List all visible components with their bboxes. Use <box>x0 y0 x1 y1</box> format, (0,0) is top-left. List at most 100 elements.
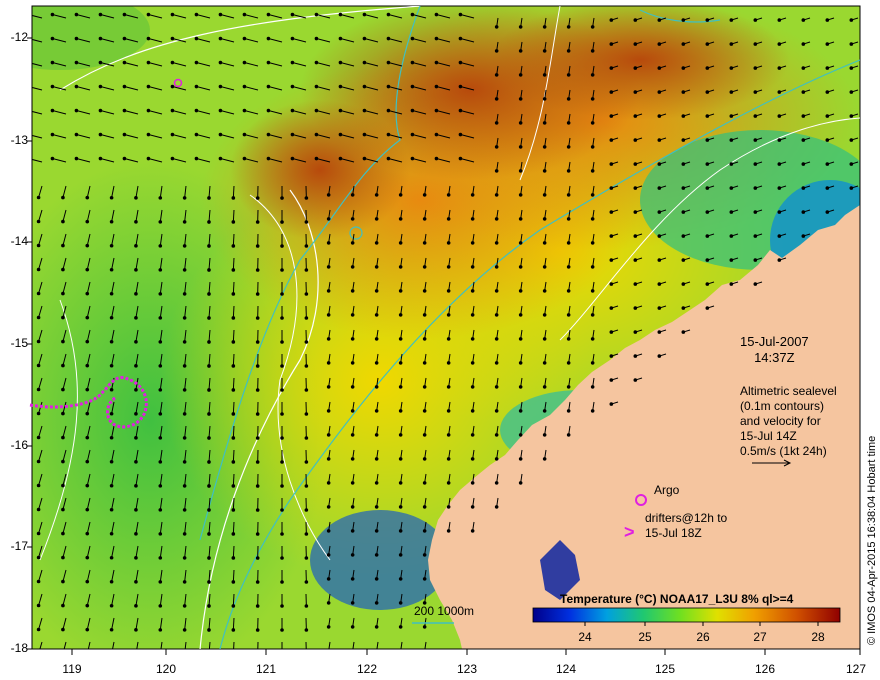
velocity-arrow-head <box>36 363 41 368</box>
velocity-arrow-head <box>398 625 403 629</box>
velocity-arrow-head <box>109 315 114 320</box>
velocity-arrow-head <box>422 505 427 509</box>
velocity-arrow-head <box>182 412 187 416</box>
velocity-arrow-head <box>633 138 638 142</box>
velocity-arrow-head <box>158 316 163 320</box>
velocity-arrow-head <box>374 577 379 581</box>
velocity-arrow-head <box>231 388 236 392</box>
velocity-arrow-head <box>494 481 499 485</box>
x-tick-label: 127 <box>845 662 867 676</box>
velocity-arrow-head <box>280 292 284 296</box>
velocity-arrow-head <box>753 42 758 46</box>
velocity-arrow <box>232 545 235 559</box>
velocity-arrow-head <box>280 196 284 200</box>
bathymetry-label: 200 1000m <box>414 604 475 618</box>
velocity-arrow-head <box>109 483 114 488</box>
velocity-arrow-head <box>182 604 187 608</box>
velocity-arrow-head <box>705 258 710 262</box>
velocity-arrow-head <box>134 508 138 512</box>
velocity-arrow <box>232 185 235 199</box>
velocity-arrow-head <box>158 196 163 200</box>
velocity-arrow-head <box>446 361 451 365</box>
velocity-arrow-head <box>849 18 854 22</box>
velocity-arrow-head <box>542 73 547 77</box>
velocity-arrow-head <box>590 193 595 197</box>
velocity-arrow-head <box>280 412 284 416</box>
velocity-arrow-head <box>609 306 614 310</box>
y-tick-label: -14 <box>10 234 28 248</box>
velocity-arrow-head <box>326 577 331 581</box>
velocity-arrow-head <box>207 532 211 536</box>
velocity-arrow-head <box>681 90 686 94</box>
velocity-arrow-head <box>446 265 451 269</box>
velocity-arrow-head <box>590 169 595 173</box>
velocity-arrow-head <box>470 313 475 317</box>
y-tick-label: -15 <box>10 336 28 350</box>
velocity-arrow-head <box>134 364 138 368</box>
velocity-arrow-head <box>326 457 331 461</box>
velocity-arrow-head <box>350 313 355 317</box>
velocity-arrow-head <box>386 36 391 41</box>
velocity-arrow-head <box>633 258 638 262</box>
velocity-arrow-head <box>134 484 138 488</box>
velocity-arrow-head <box>729 138 734 142</box>
velocity-arrow-head <box>801 66 806 70</box>
velocity-arrow-head <box>98 12 103 17</box>
velocity-arrow-head <box>207 604 211 608</box>
velocity-arrow-head <box>633 18 638 22</box>
velocity-arrow-head <box>290 156 295 161</box>
velocity-arrow-head <box>207 196 211 200</box>
velocity-arrow-head <box>410 156 415 161</box>
velocity-arrow-head <box>398 481 403 485</box>
velocity-arrow-head <box>609 354 614 358</box>
velocity-arrow-head <box>410 60 415 65</box>
velocity-arrow-head <box>542 289 547 293</box>
velocity-arrow-head <box>729 18 734 22</box>
velocity-arrow-head <box>61 267 65 272</box>
velocity-arrow-head <box>255 268 260 272</box>
velocity-arrow-head <box>109 603 114 608</box>
velocity-arrow-head <box>85 363 90 368</box>
velocity-arrow-head <box>158 484 163 488</box>
velocity-arrow-head <box>849 162 854 166</box>
velocity-arrow-head <box>375 649 379 653</box>
velocity-arrow-head <box>398 457 403 461</box>
velocity-arrow-head <box>207 484 211 488</box>
colorbar-tick-label: 26 <box>696 630 710 644</box>
drifter-line: drifters@12h to <box>645 511 728 525</box>
velocity-arrow-head <box>85 627 90 632</box>
velocity-arrow-head <box>494 385 499 389</box>
velocity-arrow-head <box>61 387 65 392</box>
velocity-arrow-head <box>398 193 403 197</box>
velocity-arrow-head <box>609 234 614 238</box>
velocity-arrow-head <box>446 193 451 197</box>
velocity-arrow-head <box>681 114 686 118</box>
velocity-arrow-head <box>326 433 331 437</box>
velocity-arrow-head <box>304 388 309 392</box>
velocity-arrow-head <box>542 25 547 29</box>
velocity-arrow-head <box>314 84 319 89</box>
velocity-arrow-head <box>242 60 247 65</box>
velocity-arrow-head <box>681 258 686 262</box>
velocity-arrow-head <box>218 84 223 89</box>
velocity-arrow-head <box>109 339 114 344</box>
velocity-arrow-head <box>85 603 90 608</box>
velocity-arrow-head <box>422 433 427 437</box>
velocity-arrow-head <box>458 132 463 137</box>
velocity-arrow-head <box>255 292 260 296</box>
velocity-arrow-head <box>85 219 90 224</box>
velocity-arrow-head <box>446 457 451 461</box>
velocity-arrow-head <box>849 90 854 94</box>
velocity-arrow-head <box>422 409 427 413</box>
velocity-arrow-head <box>633 42 638 46</box>
velocity-arrow-head <box>170 60 175 65</box>
velocity-arrow-head <box>134 292 138 296</box>
velocity-arrow-head <box>609 186 614 190</box>
velocity-arrow-head <box>350 529 355 533</box>
velocity-arrow-head <box>633 162 638 166</box>
velocity-arrow-head <box>398 361 403 365</box>
velocity-arrow-head <box>207 460 211 464</box>
velocity-arrow-head <box>109 531 114 536</box>
velocity-arrow-head <box>494 433 499 437</box>
velocity-arrow-head <box>542 337 547 341</box>
